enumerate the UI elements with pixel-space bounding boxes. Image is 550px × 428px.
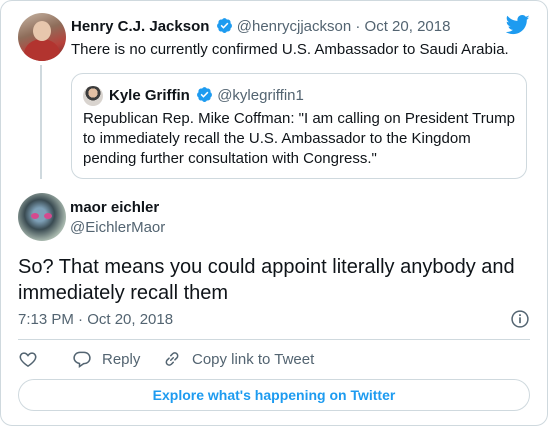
- quoted-tweet[interactable]: Kyle Griffin @kylegriffin1 Republican Re…: [71, 73, 527, 179]
- quoted-author-handle: @kylegriffin1: [217, 87, 304, 104]
- parent-author-handle[interactable]: @henrycjjackson: [237, 18, 351, 35]
- divider: [18, 339, 530, 340]
- reply-button[interactable]: Reply: [72, 349, 140, 369]
- tweet-timestamp[interactable]: 7:13 PM · Oct 20, 2018: [18, 311, 173, 328]
- copy-link-label: Copy link to Tweet: [192, 350, 315, 368]
- parent-tweet-text: There is no currently confirmed U.S. Amb…: [71, 41, 509, 58]
- tweet-text: So? That means you could appoint literal…: [18, 256, 515, 304]
- reply-icon: [73, 351, 91, 368]
- embedded-tweet-card: Henry C.J. Jackson @henrycjjackson · Oct…: [0, 0, 548, 426]
- parent-avatar[interactable]: [18, 13, 66, 61]
- twitter-bird-icon[interactable]: [506, 15, 530, 35]
- parent-author-name[interactable]: Henry C.J. Jackson: [71, 18, 209, 35]
- reply-label: Reply: [102, 350, 141, 368]
- quoted-author-name: Kyle Griffin: [109, 87, 190, 104]
- separator-dot: ·: [355, 18, 361, 35]
- verified-badge-icon: [216, 18, 232, 33]
- quoted-avatar: [83, 86, 103, 106]
- thread-connector-line: [40, 65, 42, 179]
- verified-badge-icon: [197, 87, 212, 102]
- author-handle[interactable]: @EichlerMaor: [70, 219, 165, 236]
- copy-link-button[interactable]: Copy link to Tweet: [162, 349, 314, 369]
- author-name[interactable]: maor eichler: [70, 199, 159, 216]
- parent-header: Henry C.J. Jackson @henrycjjackson · Oct…: [71, 17, 450, 35]
- link-icon: [165, 352, 179, 366]
- like-button[interactable]: [18, 349, 38, 369]
- explore-twitter-button[interactable]: Explore what's happening on Twitter: [18, 379, 530, 411]
- info-icon[interactable]: [510, 309, 530, 329]
- quoted-header: Kyle Griffin @kylegriffin1: [109, 86, 304, 104]
- author-avatar[interactable]: [18, 193, 66, 241]
- heart-icon: [19, 352, 37, 367]
- parent-date[interactable]: Oct 20, 2018: [365, 18, 451, 35]
- quoted-tweet-text: Republican Rep. Mike Coffman: "I am call…: [83, 110, 515, 167]
